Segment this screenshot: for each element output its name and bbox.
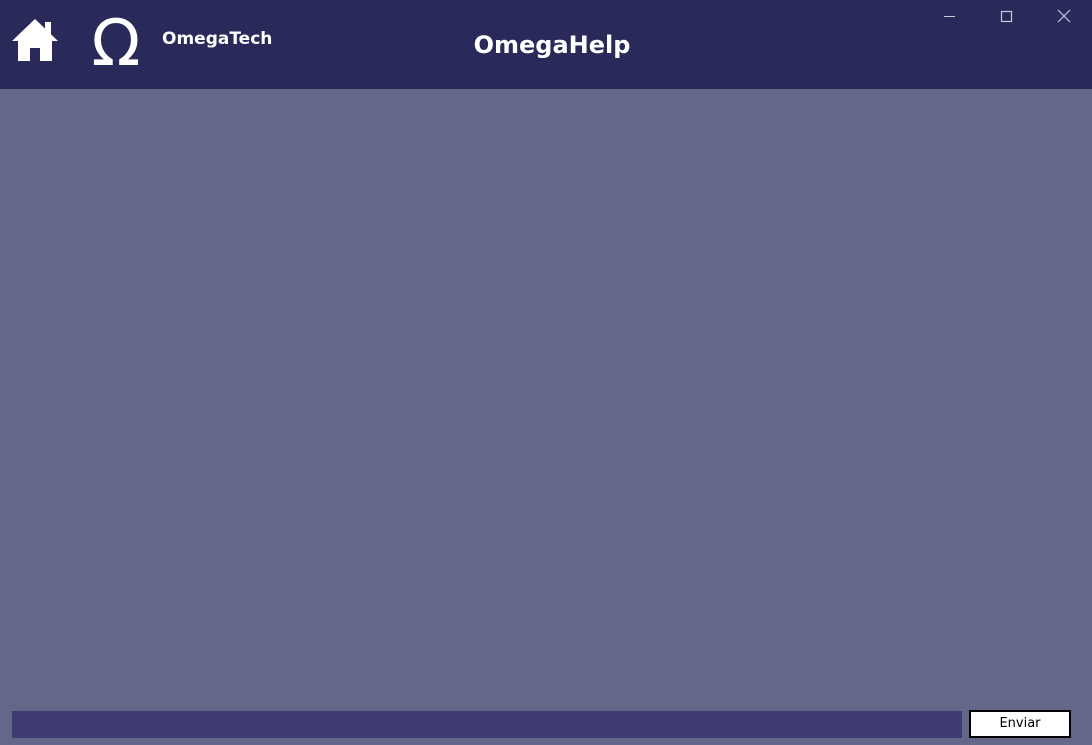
home-icon: [12, 19, 58, 61]
message-input[interactable]: [12, 711, 962, 738]
maximize-icon: [1000, 10, 1013, 23]
maximize-button[interactable]: [983, 0, 1029, 32]
send-button[interactable]: Enviar: [969, 710, 1071, 738]
close-icon: [1057, 9, 1071, 23]
title-bar: Ω OmegaTech OmegaHelp: [0, 0, 1092, 89]
close-button[interactable]: [1041, 0, 1087, 32]
app-title: OmegaHelp: [473, 31, 631, 59]
minimize-button[interactable]: [926, 0, 972, 32]
chat-area: [0, 89, 1092, 701]
omega-icon: Ω: [91, 7, 141, 81]
brand-name: OmegaTech: [162, 29, 273, 49]
home-button[interactable]: [10, 16, 60, 64]
minimize-icon: [944, 16, 955, 17]
